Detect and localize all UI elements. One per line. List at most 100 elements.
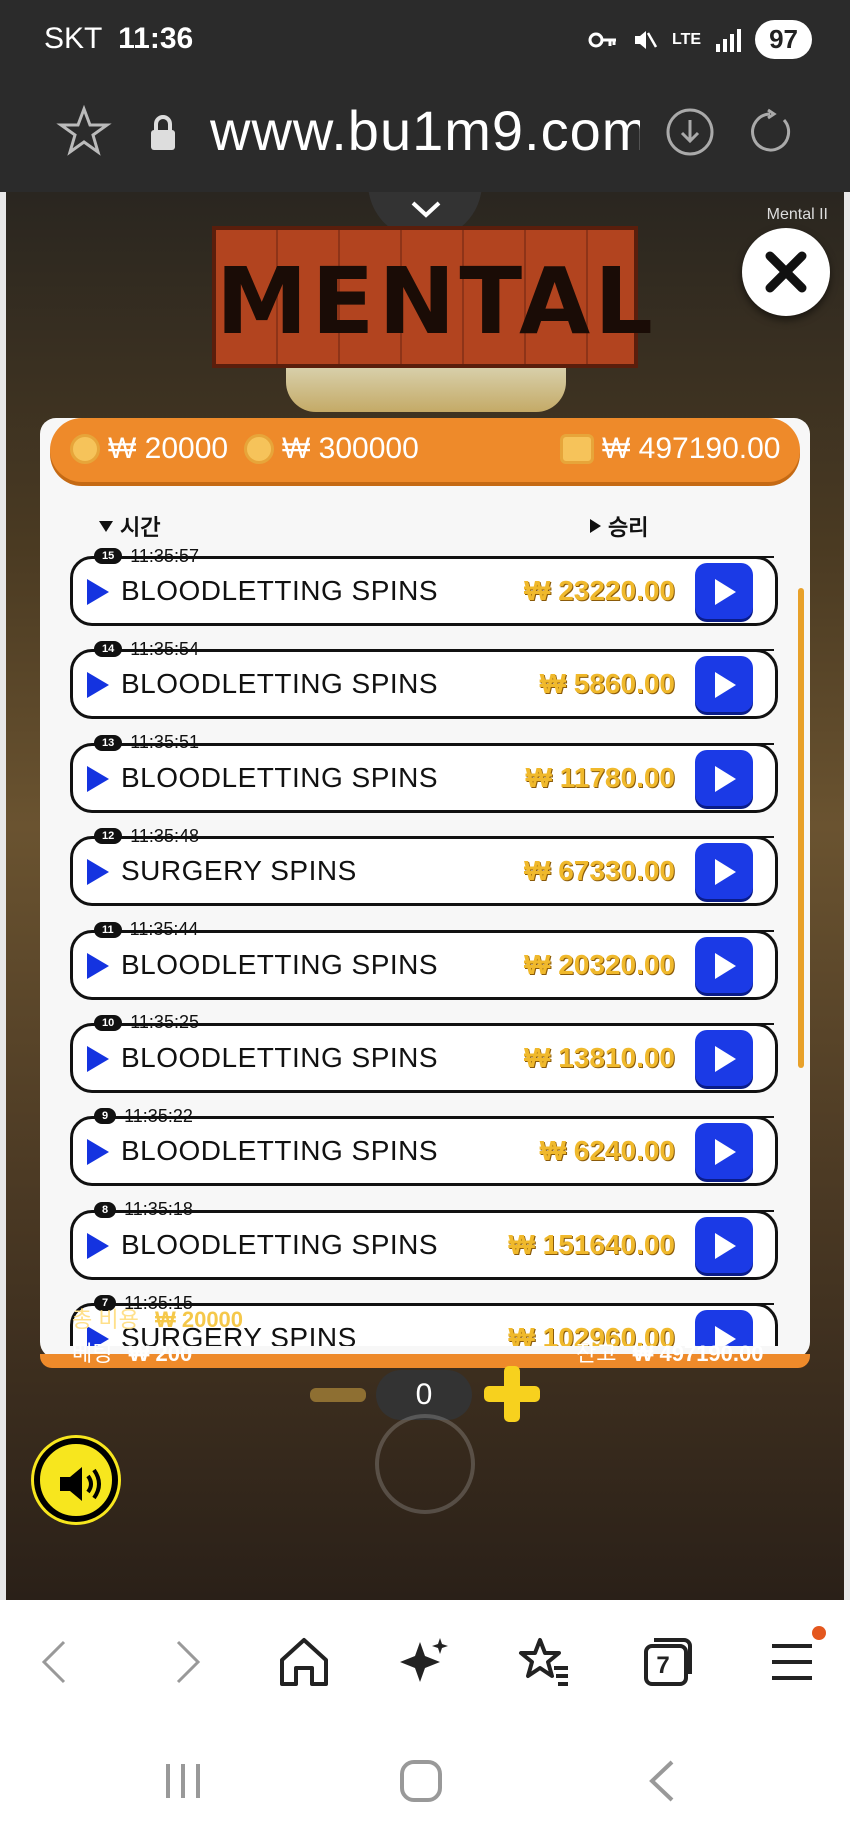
- decrease-button[interactable]: [310, 1388, 366, 1402]
- url-bar: www.bu1m9.com: [0, 80, 850, 192]
- scrollbar[interactable]: [798, 588, 804, 1068]
- round-number: 15: [94, 548, 123, 564]
- panel-header: ₩ 20000 ₩ 300000 ₩ 497190.00: [50, 418, 800, 482]
- game-logo: MENTAL: [212, 226, 657, 368]
- speaker-icon: [60, 1467, 101, 1501]
- history-list[interactable]: BLOODLETTING SPINS ₩ 23220.00 15 11:35:57 BL…: [68, 546, 790, 1346]
- meta-divider: [218, 1022, 774, 1025]
- bookmarks-icon[interactable]: [516, 1634, 572, 1690]
- meta-divider: [218, 836, 774, 839]
- history-row-box: BLOODLETTING SPINS ₩ 5860.00: [70, 649, 778, 720]
- history-meta: 14 11:35:54: [94, 639, 199, 659]
- history-row: BLOODLETTING SPINS ₩ 151640.00 8 11:35:18: [68, 1199, 790, 1293]
- feature-title: BLOODLETTING SPINS: [121, 1228, 439, 1260]
- column-win: 승리: [608, 515, 649, 540]
- round-number: 9: [94, 1108, 117, 1125]
- meta-divider: [218, 649, 774, 652]
- wallet-icon: [560, 434, 594, 464]
- logo-text: MENTAL: [216, 248, 657, 355]
- bet-max-value: ₩ 300000: [282, 432, 419, 465]
- forward-icon[interactable]: [156, 1634, 212, 1690]
- round-time: 11:35:48: [130, 825, 199, 846]
- battery-level: 97: [755, 20, 812, 59]
- spin-button[interactable]: [375, 1414, 475, 1514]
- win-amount: ₩ 20320.00: [524, 948, 675, 980]
- history-row: BLOODLETTING SPINS ₩ 5860.00 14 11:35:54: [68, 639, 790, 732]
- tabs-button[interactable]: 7: [640, 1634, 696, 1690]
- history-meta: 9 11:35:22: [94, 1106, 193, 1126]
- recent-apps-icon[interactable]: [160, 1758, 206, 1804]
- history-row: BLOODLETTING SPINS ₩ 13810.00 10 11:35:25: [68, 1012, 790, 1106]
- system-back-icon[interactable]: [640, 1758, 686, 1804]
- total-cost: 총 비용 ₩ 20000: [72, 1302, 243, 1334]
- sort-right-icon: [590, 519, 601, 533]
- bet-value: ₩ 200: [128, 1341, 193, 1366]
- status-right: LTE 97: [588, 20, 812, 59]
- signal-icon: [716, 28, 742, 52]
- round-number: 12: [94, 828, 123, 845]
- back-icon[interactable]: [30, 1634, 86, 1690]
- replay-button[interactable]: [695, 749, 753, 806]
- coin-icon: [70, 434, 100, 464]
- replay-button[interactable]: [695, 936, 753, 993]
- round-number: 14: [94, 641, 123, 658]
- round-number: 10: [94, 1014, 123, 1031]
- replay-button[interactable]: [695, 563, 753, 619]
- feature-title: BLOODLETTING SPINS: [121, 948, 439, 980]
- feature-title: BLOODLETTING SPINS: [121, 761, 439, 793]
- feature-title: SURGERY SPINS: [121, 855, 357, 887]
- replay-button[interactable]: [695, 843, 753, 900]
- menu-icon[interactable]: [764, 1634, 820, 1690]
- home-button-icon[interactable]: [398, 1758, 444, 1804]
- sound-button[interactable]: [34, 1438, 118, 1522]
- replay-button[interactable]: [695, 1029, 753, 1086]
- round-time: 11:35:22: [124, 1105, 193, 1126]
- network-type: LTE: [672, 30, 702, 48]
- replay-button[interactable]: [695, 1216, 753, 1273]
- round-number: 8: [94, 1201, 117, 1218]
- lock-icon[interactable]: [148, 114, 178, 154]
- url-field[interactable]: www.bu1m9.com: [210, 98, 640, 163]
- reload-icon[interactable]: [744, 106, 796, 158]
- game-area: Mental II MENTAL ₩ 20000 ₩ 300000 ₩ 4971…: [0, 192, 850, 1600]
- increase-button[interactable]: [484, 1366, 540, 1422]
- history-row: BLOODLETTING SPINS ₩ 6240.00 9 11:35:22: [68, 1106, 790, 1199]
- meta-divider: [218, 1116, 774, 1119]
- history-meta: 12 11:35:48: [94, 826, 199, 846]
- play-triangle-icon: [87, 579, 109, 605]
- mute-icon: [635, 30, 658, 49]
- total-cost-value: ₩ 20000: [154, 1307, 244, 1332]
- close-button[interactable]: [742, 228, 830, 316]
- browser-toolbar: 7: [0, 1600, 850, 1720]
- round-time: 11:35:44: [129, 919, 199, 940]
- bet-label: 베팅: [72, 1341, 113, 1366]
- coin-icon: [244, 434, 274, 464]
- download-icon[interactable]: [664, 106, 716, 158]
- win-amount: ₩ 6240.00: [539, 1135, 675, 1167]
- replay-button[interactable]: [695, 656, 753, 713]
- sort-by-time[interactable]: 시간: [98, 510, 160, 542]
- play-icon: [715, 1045, 736, 1072]
- play-triangle-icon: [87, 765, 109, 792]
- carrier: SKT: [44, 22, 102, 55]
- sort-down-icon: [99, 521, 113, 532]
- meta-divider: [218, 1209, 774, 1212]
- close-icon: [765, 251, 807, 293]
- sparkle-icon[interactable]: [396, 1634, 452, 1690]
- notification-dot: [812, 1626, 826, 1640]
- play-icon: [715, 579, 736, 605]
- history-meta: 8 11:35:18: [94, 1199, 193, 1220]
- history-panel: ₩ 20000 ₩ 300000 ₩ 497190.00 시간 승리 BLOOD…: [40, 418, 810, 1368]
- win-amount: ₩ 11780.00: [525, 761, 675, 793]
- sort-by-win[interactable]: 승리: [588, 510, 648, 542]
- home-icon[interactable]: [276, 1634, 332, 1690]
- header-balance-value: ₩ 497190.00: [602, 432, 781, 465]
- round-time: 11:35:57: [130, 546, 199, 566]
- win-amount: ₩ 151640.00: [508, 1228, 675, 1260]
- history-meta: 11 11:35:44: [94, 919, 199, 940]
- column-time: 시간: [120, 515, 161, 540]
- bookmark-star-icon[interactable]: [56, 104, 112, 160]
- meta-divider: [218, 929, 774, 932]
- play-triangle-icon: [87, 1045, 109, 1072]
- replay-button[interactable]: [695, 1123, 753, 1180]
